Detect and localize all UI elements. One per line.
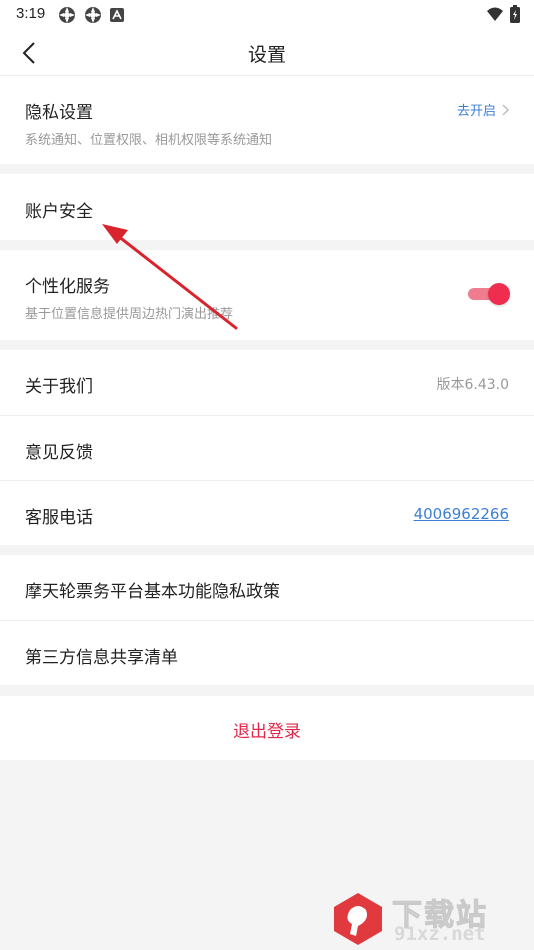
annotation-arrow bbox=[102, 224, 238, 330]
watermark-url: 91xz.net bbox=[394, 923, 486, 945]
site-watermark: 下载站 91xz.net bbox=[330, 890, 530, 946]
watermark-logo-icon bbox=[334, 893, 382, 945]
